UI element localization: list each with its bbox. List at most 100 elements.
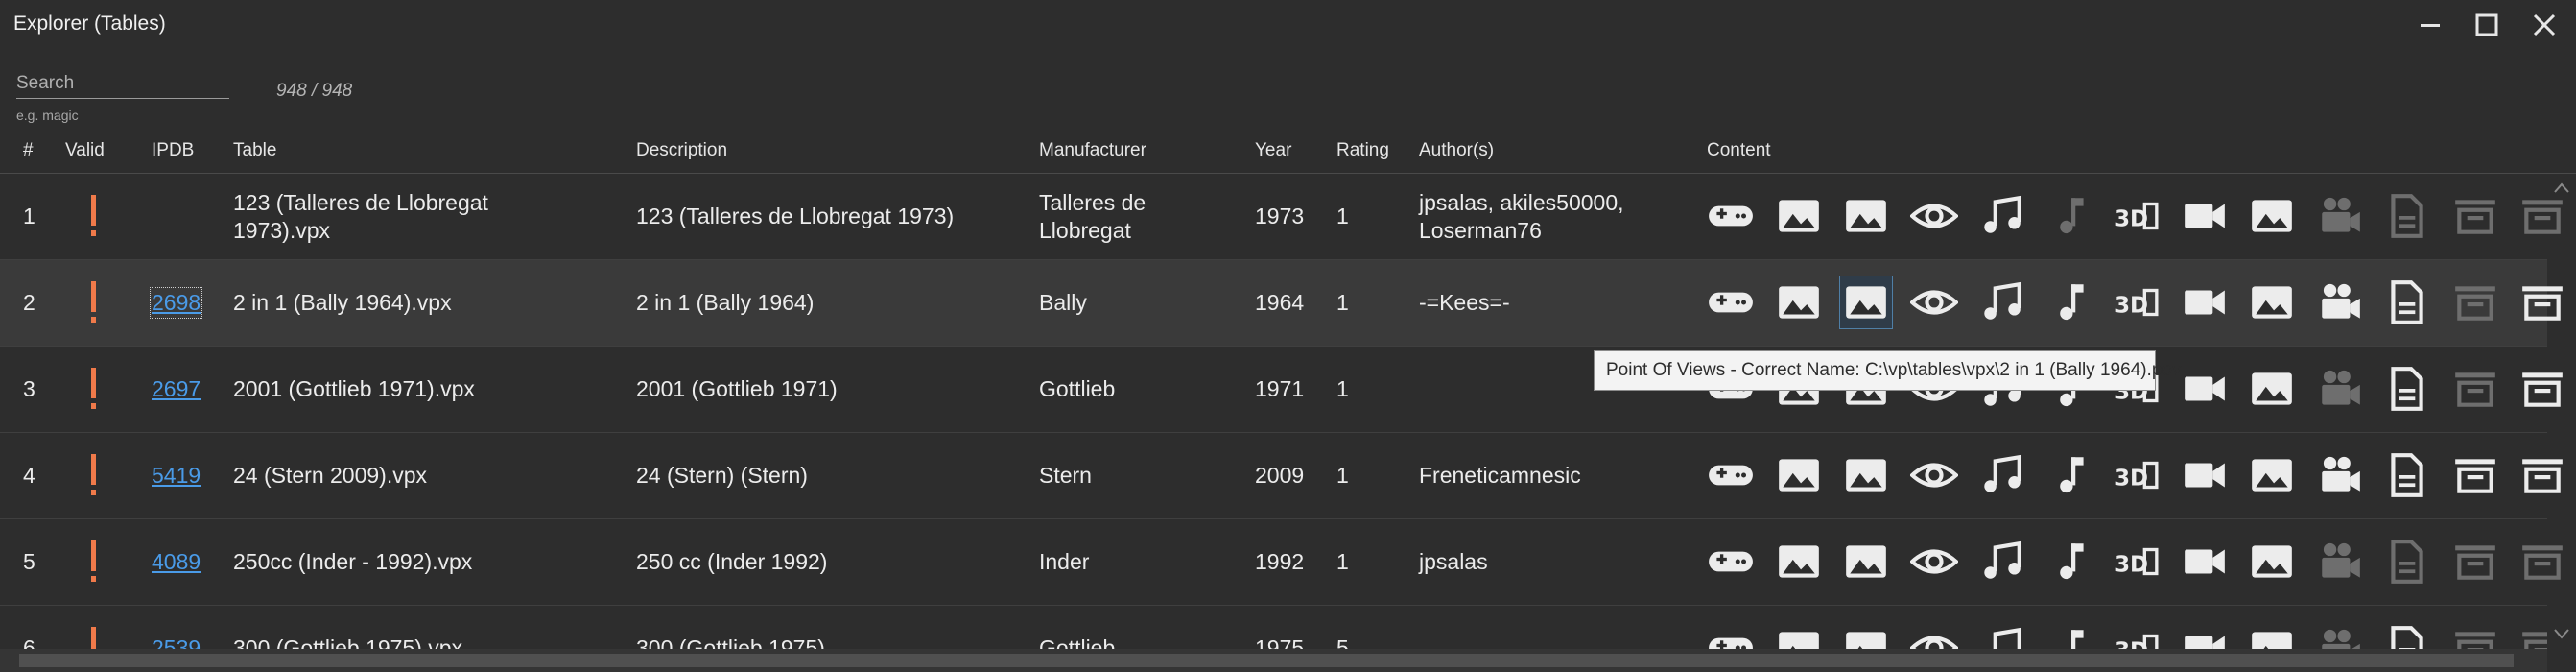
image-icon[interactable] bbox=[1839, 448, 1893, 502]
movie-camera-icon[interactable] bbox=[2313, 448, 2367, 502]
movie-camera-icon[interactable] bbox=[2313, 535, 2367, 588]
document-icon[interactable] bbox=[2380, 276, 2434, 329]
column-header-valid[interactable]: Valid bbox=[65, 140, 105, 161]
scroll-up-icon[interactable] bbox=[2547, 173, 2576, 202]
minimize-icon bbox=[2421, 24, 2440, 27]
window-title: Explorer (Tables) bbox=[13, 12, 166, 35]
gamepad-icon[interactable] bbox=[1704, 535, 1758, 588]
music-note-icon[interactable] bbox=[2043, 189, 2096, 243]
movie-camera-icon[interactable] bbox=[2313, 621, 2367, 649]
music-note-icon[interactable] bbox=[2043, 621, 2096, 649]
column-header-num[interactable]: # bbox=[23, 140, 34, 161]
horizontal-scroll-thumb[interactable] bbox=[19, 654, 2514, 667]
search-box bbox=[16, 69, 229, 99]
image-icon[interactable] bbox=[1772, 189, 1826, 243]
maximize-button[interactable] bbox=[2470, 10, 2504, 40]
gamepad-icon[interactable] bbox=[1704, 189, 1758, 243]
gamepad-icon[interactable] bbox=[1704, 621, 1758, 649]
music-note-icon[interactable] bbox=[2043, 276, 2096, 329]
music-note-double-icon[interactable] bbox=[1974, 448, 2028, 502]
table-description: 2 in 1 (Bally 1964) bbox=[636, 290, 815, 315]
ipdb-link[interactable]: 2539 bbox=[152, 635, 201, 649]
gamepad-icon[interactable] bbox=[1704, 448, 1758, 502]
image-icon[interactable] bbox=[2245, 448, 2299, 502]
music-note-double-icon[interactable] bbox=[1974, 276, 2028, 329]
column-header-rating[interactable]: Rating bbox=[1336, 140, 1389, 161]
drawer-icon[interactable] bbox=[2448, 276, 2502, 329]
image-icon[interactable] bbox=[1772, 448, 1826, 502]
music-note-double-icon[interactable] bbox=[1974, 189, 2028, 243]
3d-video-icon[interactable]: 3D bbox=[2110, 189, 2163, 243]
image-icon[interactable] bbox=[2245, 276, 2299, 329]
minimize-button[interactable] bbox=[2413, 10, 2447, 40]
drawer-icon[interactable] bbox=[2516, 621, 2547, 649]
column-header-authors[interactable]: Author(s) bbox=[1419, 140, 1494, 161]
eye-icon[interactable] bbox=[1907, 276, 1961, 329]
movie-camera-icon[interactable] bbox=[2313, 189, 2367, 243]
vertical-scrollbar[interactable] bbox=[2547, 173, 2576, 653]
drawer-icon[interactable] bbox=[2448, 189, 2502, 243]
column-header-year[interactable]: Year bbox=[1255, 140, 1291, 161]
search-input[interactable] bbox=[16, 69, 229, 99]
3d-video-icon[interactable]: 3D bbox=[2110, 276, 2163, 329]
image-icon[interactable] bbox=[1839, 535, 1893, 588]
3d-video-icon[interactable]: 3D bbox=[2110, 448, 2163, 502]
image-icon[interactable] bbox=[2245, 621, 2299, 649]
column-header-manufacturer[interactable]: Manufacturer bbox=[1039, 140, 1146, 161]
music-note-double-icon[interactable] bbox=[1974, 535, 2028, 588]
ipdb-link[interactable]: 2698 bbox=[149, 287, 203, 319]
image-icon[interactable] bbox=[1839, 276, 1893, 329]
gamepad-icon[interactable] bbox=[1704, 276, 1758, 329]
music-note-double-icon[interactable] bbox=[1974, 621, 2028, 649]
table-row[interactable]: 1 123 (Talleres de Llobregat 1973).vpx 1… bbox=[0, 174, 2563, 260]
document-icon[interactable] bbox=[2380, 362, 2434, 416]
drawer-icon[interactable] bbox=[2448, 448, 2502, 502]
table-row-selected[interactable]: 2 2698 2 in 1 (Bally 1964).vpx 2 in 1 (B… bbox=[0, 260, 2563, 347]
close-button[interactable] bbox=[2527, 10, 2562, 40]
image-icon[interactable] bbox=[2245, 189, 2299, 243]
image-icon[interactable] bbox=[1839, 189, 1893, 243]
horizontal-scrollbar[interactable] bbox=[0, 649, 2547, 672]
column-header-ipdb[interactable]: IPDB bbox=[152, 140, 194, 161]
column-header-content[interactable]: Content bbox=[1707, 140, 1771, 161]
video-camera-icon[interactable] bbox=[2178, 535, 2232, 588]
image-icon[interactable] bbox=[1772, 535, 1826, 588]
drawer-icon[interactable] bbox=[2448, 535, 2502, 588]
ipdb-link[interactable]: 5419 bbox=[152, 462, 201, 490]
column-header-description[interactable]: Description bbox=[636, 140, 727, 161]
document-icon[interactable] bbox=[2380, 189, 2434, 243]
eye-icon[interactable] bbox=[1907, 189, 1961, 243]
video-camera-icon[interactable] bbox=[2178, 362, 2232, 416]
table-row[interactable]: 5 4089 250cc (Inder - 1992).vpx 250 cc (… bbox=[0, 519, 2563, 606]
movie-camera-icon[interactable] bbox=[2313, 362, 2367, 416]
movie-camera-icon[interactable] bbox=[2313, 276, 2367, 329]
image-icon[interactable] bbox=[2245, 362, 2299, 416]
table-row[interactable]: 6 2539 300 (Gottlieb 1975).vpx 300 (Gott… bbox=[0, 606, 2547, 649]
table-row[interactable]: 4 5419 24 (Stern 2009).vpx 24 (Stern) (S… bbox=[0, 433, 2563, 519]
column-header-table[interactable]: Table bbox=[233, 140, 276, 161]
video-camera-icon[interactable] bbox=[2178, 621, 2232, 649]
drawer-icon[interactable] bbox=[2448, 621, 2502, 649]
3d-video-icon[interactable]: 3D bbox=[2110, 621, 2163, 649]
eye-icon[interactable] bbox=[1907, 535, 1961, 588]
scroll-down-icon[interactable] bbox=[2547, 620, 2576, 649]
year: 1992 bbox=[1255, 549, 1305, 574]
image-icon[interactable] bbox=[1839, 621, 1893, 649]
eye-icon[interactable] bbox=[1907, 621, 1961, 649]
document-icon[interactable] bbox=[2380, 448, 2434, 502]
document-icon[interactable] bbox=[2380, 621, 2434, 649]
3d-video-icon[interactable]: 3D bbox=[2110, 535, 2163, 588]
video-camera-icon[interactable] bbox=[2178, 189, 2232, 243]
document-icon[interactable] bbox=[2380, 535, 2434, 588]
image-icon[interactable] bbox=[1772, 276, 1826, 329]
image-icon[interactable] bbox=[2245, 535, 2299, 588]
video-camera-icon[interactable] bbox=[2178, 448, 2232, 502]
video-camera-icon[interactable] bbox=[2178, 276, 2232, 329]
music-note-icon[interactable] bbox=[2043, 448, 2096, 502]
eye-icon[interactable] bbox=[1907, 448, 1961, 502]
ipdb-link[interactable]: 4089 bbox=[152, 548, 201, 576]
music-note-icon[interactable] bbox=[2043, 535, 2096, 588]
image-icon[interactable] bbox=[1772, 621, 1826, 649]
ipdb-link[interactable]: 2697 bbox=[152, 375, 201, 403]
drawer-icon[interactable] bbox=[2448, 362, 2502, 416]
